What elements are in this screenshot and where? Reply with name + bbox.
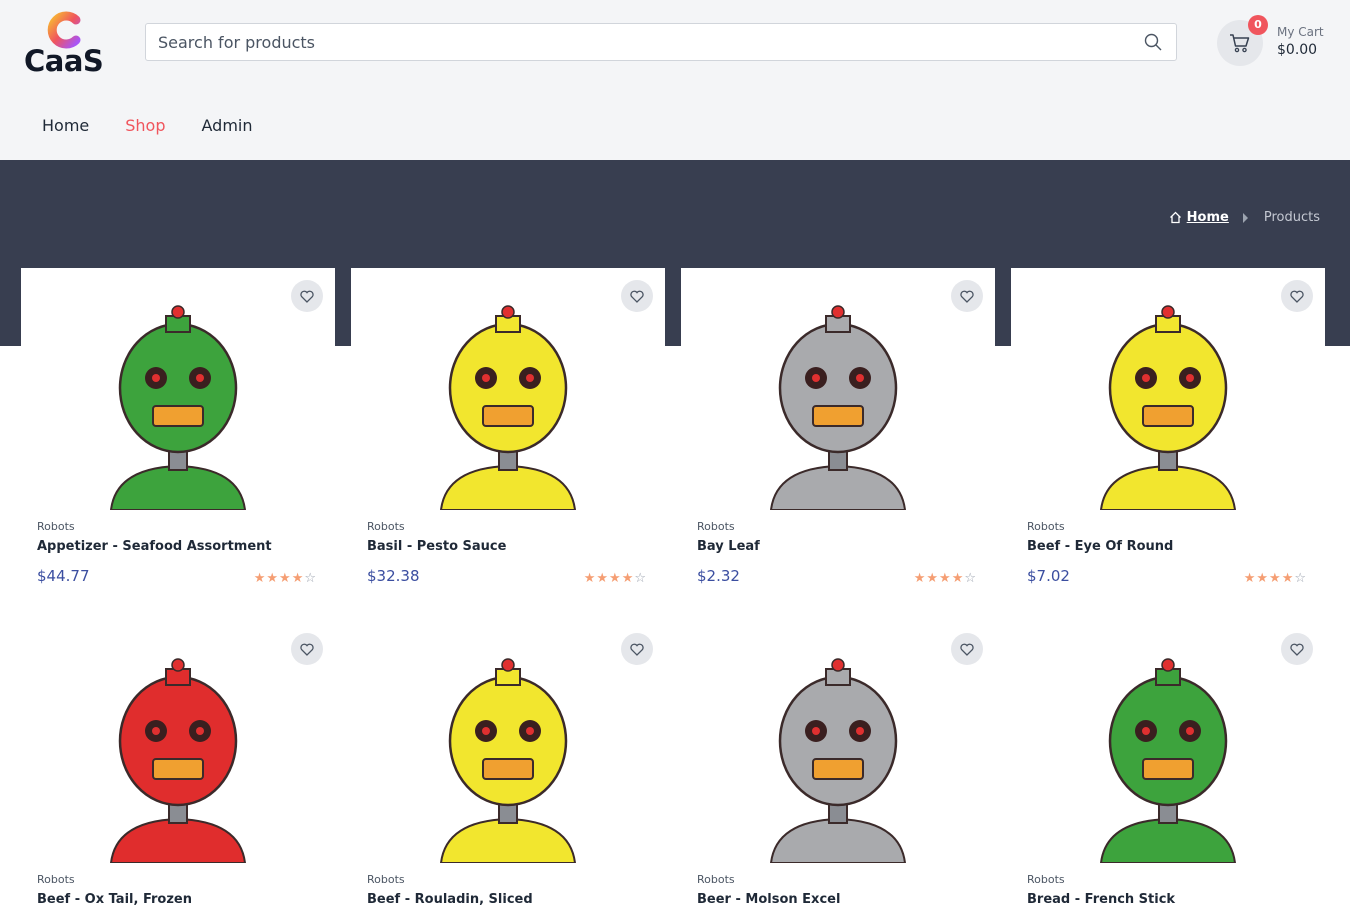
product-category: Robots — [367, 520, 405, 533]
product-image[interactable] — [1011, 268, 1325, 510]
heart-icon — [1290, 290, 1304, 303]
product-category: Robots — [697, 873, 735, 886]
star-empty-icon: ☆ — [964, 571, 977, 586]
product-card[interactable]: Robots Bread - French Stick — [1011, 621, 1325, 921]
product-title[interactable]: Beef - Rouladin, Sliced — [367, 892, 533, 907]
star-filled-icon: ★ — [279, 571, 292, 586]
product-image[interactable] — [1011, 621, 1325, 863]
product-card[interactable]: Robots Bay Leaf $2.32 ★★★★☆ — [681, 268, 995, 608]
wishlist-button[interactable] — [291, 633, 323, 665]
wishlist-button[interactable] — [951, 280, 983, 312]
nav-home[interactable]: Home — [42, 116, 89, 135]
star-filled-icon: ★ — [291, 571, 305, 586]
heart-icon — [960, 643, 974, 656]
star-filled-icon: ★ — [1281, 571, 1295, 586]
product-category: Robots — [37, 520, 75, 533]
product-category: Robots — [697, 520, 735, 533]
star-filled-icon: ★ — [609, 571, 622, 586]
product-rating: ★★★★☆ — [254, 571, 317, 586]
product-category: Robots — [1027, 520, 1065, 533]
star-filled-icon: ★ — [596, 571, 610, 586]
star-filled-icon: ★ — [253, 571, 267, 586]
breadcrumb-home-label: Home — [1186, 210, 1229, 225]
heart-icon — [300, 290, 314, 303]
star-filled-icon: ★ — [583, 571, 597, 586]
star-filled-icon: ★ — [1243, 571, 1257, 586]
product-category: Robots — [1027, 873, 1065, 886]
product-card[interactable]: Robots Beef - Ox Tail, Frozen — [21, 621, 335, 921]
cart-total: $0.00 — [1277, 42, 1318, 58]
heart-icon — [630, 643, 644, 656]
star-empty-icon: ☆ — [634, 571, 647, 586]
star-filled-icon: ★ — [266, 571, 280, 586]
product-price: $44.77 — [37, 567, 90, 585]
search-input[interactable] — [146, 24, 1136, 60]
product-title[interactable]: Bay Leaf — [697, 539, 760, 554]
star-filled-icon: ★ — [913, 571, 927, 586]
star-filled-icon: ★ — [939, 571, 952, 586]
product-image[interactable] — [21, 621, 335, 863]
heart-icon — [1290, 643, 1304, 656]
wishlist-button[interactable] — [621, 633, 653, 665]
star-filled-icon: ★ — [951, 571, 965, 586]
product-card[interactable]: Robots Beef - Eye Of Round $7.02 ★★★★☆ — [1011, 268, 1325, 608]
product-card[interactable]: Robots Appetizer - Seafood Assortment $4… — [21, 268, 335, 608]
star-empty-icon: ☆ — [304, 571, 317, 586]
product-card[interactable]: Robots Beef - Rouladin, Sliced — [351, 621, 665, 921]
product-category: Robots — [37, 873, 75, 886]
product-title[interactable]: Beef - Eye Of Round — [1027, 539, 1173, 554]
product-title[interactable]: Appetizer - Seafood Assortment — [37, 539, 272, 554]
product-title[interactable]: Basil - Pesto Sauce — [367, 539, 506, 554]
product-image[interactable] — [681, 621, 995, 863]
star-filled-icon: ★ — [621, 571, 635, 586]
breadcrumb-current: Products — [1263, 210, 1320, 225]
nav-shop[interactable]: Shop — [125, 116, 165, 135]
product-image[interactable] — [681, 268, 995, 510]
star-empty-icon: ☆ — [1294, 571, 1307, 586]
search-bar — [145, 23, 1177, 61]
product-rating: ★★★★☆ — [914, 571, 977, 586]
breadcrumb-home-link[interactable]: Home — [1169, 210, 1229, 225]
product-rating: ★★★★☆ — [584, 571, 647, 586]
wishlist-button[interactable] — [621, 280, 653, 312]
cart-count-badge: 0 — [1248, 15, 1268, 35]
search-icon[interactable] — [1144, 33, 1162, 51]
home-icon — [1169, 211, 1181, 224]
product-image[interactable] — [351, 621, 665, 863]
nav-admin[interactable]: Admin — [202, 116, 253, 135]
heart-icon — [300, 643, 314, 656]
heart-icon — [960, 290, 974, 303]
product-title[interactable]: Beer - Molson Excel — [697, 892, 840, 907]
star-filled-icon: ★ — [1256, 571, 1270, 586]
product-price: $32.38 — [367, 567, 420, 585]
product-card[interactable]: Robots Basil - Pesto Sauce $32.38 ★★★★☆ — [351, 268, 665, 608]
cart-label: My Cart — [1277, 25, 1324, 39]
wishlist-button[interactable] — [291, 280, 323, 312]
breadcrumb-separator-icon — [1242, 212, 1248, 223]
product-image[interactable] — [351, 268, 665, 510]
wishlist-button[interactable] — [1281, 633, 1313, 665]
product-category: Robots — [367, 873, 405, 886]
main-nav: Home Shop Admin — [42, 116, 253, 135]
brand-logo[interactable]: CaaS — [24, 10, 108, 78]
product-price: $7.02 — [1027, 567, 1070, 585]
star-filled-icon: ★ — [1269, 571, 1282, 586]
wishlist-button[interactable] — [1281, 280, 1313, 312]
heart-icon — [630, 290, 644, 303]
product-rating: ★★★★☆ — [1244, 571, 1307, 586]
cart-icon — [1230, 34, 1250, 53]
site-header: CaaS 0 My Cart $0.00 Home Shop Admin — [0, 0, 1350, 160]
product-price: $2.32 — [697, 567, 740, 585]
product-title[interactable]: Beef - Ox Tail, Frozen — [37, 892, 192, 907]
product-title[interactable]: Bread - French Stick — [1027, 892, 1175, 907]
wishlist-button[interactable] — [951, 633, 983, 665]
star-filled-icon: ★ — [926, 571, 940, 586]
product-card[interactable]: Robots Beer - Molson Excel — [681, 621, 995, 921]
product-image[interactable] — [21, 268, 335, 510]
breadcrumb: Home Products — [1169, 210, 1320, 225]
brand-name: CaaS — [24, 44, 104, 78]
